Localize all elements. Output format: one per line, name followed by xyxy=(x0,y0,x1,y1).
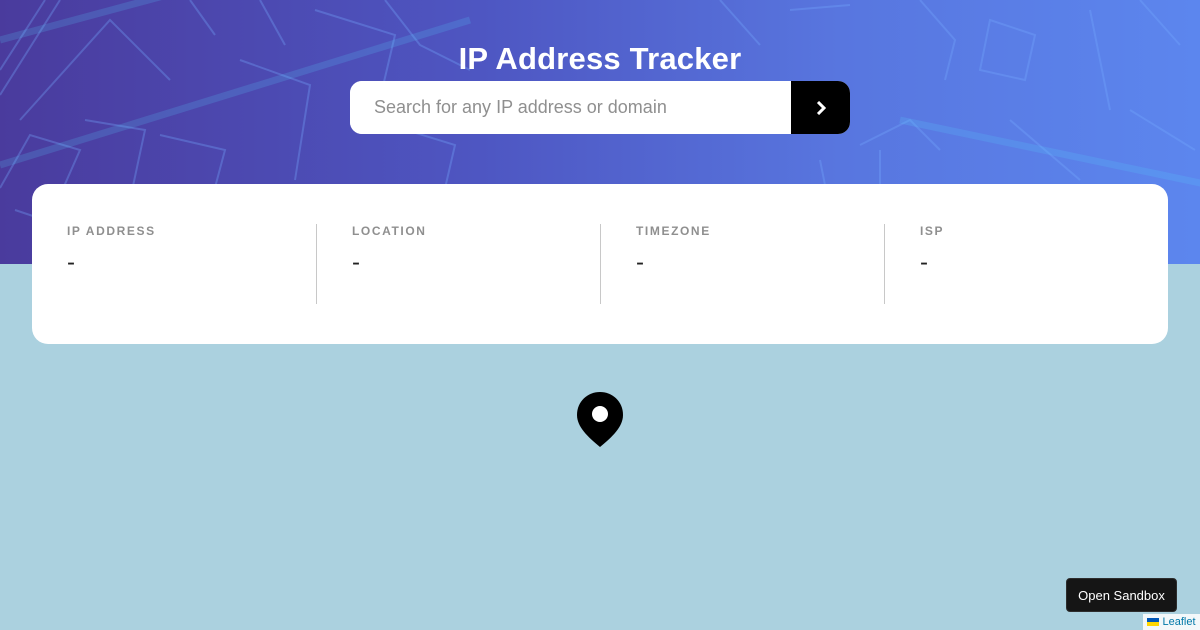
ip-tracker-page: IP Address Tracker IP ADDRESS - LOCATION… xyxy=(0,0,1200,630)
search-input[interactable] xyxy=(350,81,791,134)
info-label: ISP xyxy=(920,224,945,238)
info-timezone: TIMEZONE - xyxy=(600,224,884,304)
location-pin-icon[interactable] xyxy=(575,391,625,448)
open-sandbox-button[interactable]: Open Sandbox xyxy=(1066,578,1177,612)
info-label: TIMEZONE xyxy=(636,224,711,238)
info-location: LOCATION - xyxy=(316,224,600,304)
info-value: - xyxy=(920,249,928,276)
attribution-label: Leaflet xyxy=(1162,616,1196,628)
leaflet-attribution-link[interactable]: Leaflet xyxy=(1143,614,1200,630)
info-value: - xyxy=(636,249,644,276)
ip-info-card: IP ADDRESS - LOCATION - TIMEZONE - ISP - xyxy=(32,184,1168,344)
info-label: IP ADDRESS xyxy=(67,224,156,238)
page-title: IP Address Tracker xyxy=(458,40,742,76)
ukraine-flag-icon xyxy=(1147,618,1160,626)
search-form xyxy=(350,81,850,134)
info-label: LOCATION xyxy=(352,224,427,238)
info-value: - xyxy=(67,249,75,276)
info-ip-address: IP ADDRESS - xyxy=(67,224,316,304)
info-value: - xyxy=(352,249,360,276)
search-submit-button[interactable] xyxy=(791,81,850,134)
chevron-right-icon xyxy=(816,100,826,115)
info-isp: ISP - xyxy=(884,224,1168,304)
